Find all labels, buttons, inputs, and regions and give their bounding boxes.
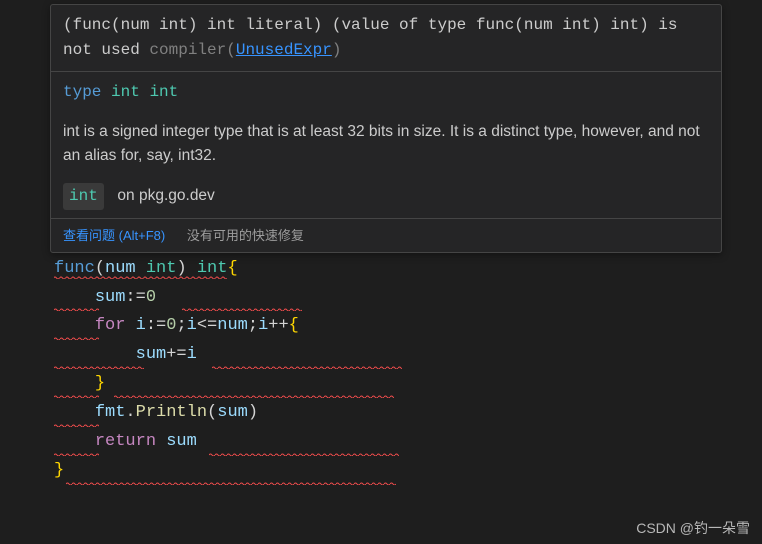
code-line-4[interactable]: sum+=i bbox=[54, 341, 762, 370]
type-name: int bbox=[111, 83, 140, 101]
keyword-type: type bbox=[63, 83, 101, 101]
pkg-link-row: int on pkg.go.dev bbox=[51, 175, 721, 218]
diagnostic-message: (func(num int) int literal) (value of ty… bbox=[51, 5, 721, 71]
code-line-5[interactable]: } bbox=[54, 370, 762, 399]
code-line-1[interactable]: func(num int) int{ bbox=[54, 255, 762, 284]
tooltip-footer: 查看问题 (Alt+F8) 没有可用的快速修复 bbox=[51, 219, 721, 252]
code-line-8[interactable]: } bbox=[54, 457, 762, 486]
type-documentation: int is a signed integer type that is at … bbox=[51, 112, 721, 175]
diagnostic-rule-link[interactable]: UnusedExpr bbox=[236, 41, 332, 59]
pkg-badge[interactable]: int bbox=[63, 183, 104, 210]
diagnostic-source: compiler bbox=[149, 41, 226, 59]
hover-tooltip: (func(num int) int literal) (value of ty… bbox=[50, 4, 722, 253]
type-base: int bbox=[149, 83, 178, 101]
pkg-link-text[interactable]: on pkg.go.dev bbox=[117, 187, 214, 204]
watermark: CSDN @钓一朵雪 bbox=[636, 518, 750, 538]
code-line-6[interactable]: fmt.Println(sum) bbox=[54, 399, 762, 428]
code-line-3[interactable]: for i:=0;i<=num;i++{ bbox=[54, 312, 762, 341]
code-editor[interactable]: func(num int) int{ sum:=0 for i:=0;i<=nu… bbox=[0, 253, 762, 486]
code-line-2[interactable]: sum:=0 bbox=[54, 284, 762, 313]
view-problem-link[interactable]: 查看问题 (Alt+F8) bbox=[63, 228, 165, 243]
no-quickfix-label: 没有可用的快速修复 bbox=[187, 228, 304, 243]
type-signature: type int int bbox=[51, 72, 721, 113]
code-line-7[interactable]: return sum bbox=[54, 428, 762, 457]
